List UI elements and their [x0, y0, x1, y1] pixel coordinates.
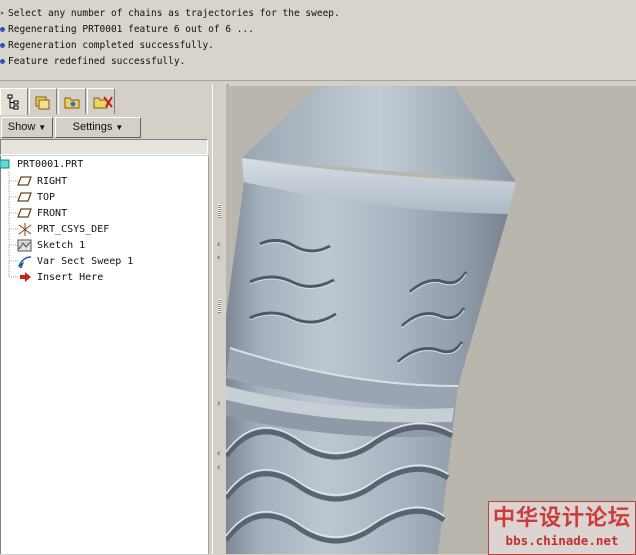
folder-icon: [64, 97, 80, 109]
show-label: Show: [7, 121, 36, 133]
navigator-tabs: [0, 88, 212, 115]
show-dropdown[interactable]: Show ▼: [1, 117, 53, 138]
message-area: ➤ Select any number of chains as trajecto…: [0, 0, 636, 81]
graphics-viewport[interactable]: [226, 86, 636, 554]
message-text: Regeneration completed successfully.: [8, 40, 214, 51]
splitter-grip[interactable]: [218, 299, 221, 313]
watermark-chinese-text: 中华设计论坛: [493, 505, 632, 531]
tree-item-insert-here[interactable]: Insert Here: [17, 270, 197, 285]
message-line: Regenerating PRT0001 feature 6 out of 6 …: [0, 22, 254, 38]
tree-item-label: Sketch 1: [37, 240, 86, 251]
sketch-icon: [17, 239, 32, 252]
tree-item-label: RIGHT: [37, 176, 68, 187]
collapse-left-icon[interactable]: ‹: [216, 450, 221, 459]
message-line: ➤ Select any number of chains as trajecto…: [0, 6, 340, 22]
collapse-left-icon[interactable]: ‹: [216, 254, 221, 263]
chevron-down-icon: ▼: [38, 123, 47, 132]
tree-item-label: Var Sect Sweep 1: [37, 256, 134, 267]
watermark-url: bbs.chinade.net: [505, 533, 619, 548]
info-bullet-icon: [0, 58, 5, 64]
settings-label: Settings: [72, 121, 113, 133]
tab-layers[interactable]: [29, 88, 57, 114]
message-line: Feature redefined successfully.: [0, 54, 185, 70]
favorites-icon: [93, 96, 113, 109]
tree-item-label: FRONT: [37, 208, 68, 219]
message-line: Regeneration completed successfully.: [0, 38, 214, 54]
message-text: Select any number of chains as trajector…: [8, 8, 340, 19]
layers-icon: [35, 96, 50, 110]
tree-root-label: PRT0001.PRT: [17, 159, 84, 170]
tab-favorites[interactable]: [87, 88, 115, 114]
model-tree: PRT0001.PRT RIGHT TOP FRONT PRT_CSYS_DEF…: [0, 156, 209, 554]
model-tree-icon: [7, 94, 19, 110]
message-text: Regenerating PRT0001 feature 6 out of 6 …: [8, 24, 254, 35]
coordinate-system-icon: [18, 223, 32, 236]
tree-item-top[interactable]: TOP: [17, 190, 197, 205]
tree-item-csys[interactable]: PRT_CSYS_DEF: [17, 222, 197, 237]
tree-column-header: [0, 139, 208, 155]
insert-arrow-icon: [20, 272, 31, 282]
datum-plane-icon: [17, 176, 32, 186]
tree-item-sweep[interactable]: Var Sect Sweep 1: [17, 254, 197, 269]
message-text: Feature redefined successfully.: [8, 56, 186, 67]
prompt-arrow-icon: ➤: [0, 9, 5, 18]
3d-model-render[interactable]: [226, 86, 636, 554]
tab-folder-browser[interactable]: [58, 88, 86, 114]
info-bullet-icon: [0, 26, 5, 32]
tree-item-label: PRT_CSYS_DEF: [37, 224, 110, 235]
collapse-left-icon[interactable]: ‹: [216, 464, 221, 473]
tree-item-front[interactable]: FRONT: [17, 206, 197, 221]
chevron-down-icon: ▼: [115, 123, 124, 132]
splitter-grip[interactable]: [218, 204, 221, 218]
tab-model-tree[interactable]: [0, 88, 28, 115]
collapse-left-icon[interactable]: ‹: [216, 241, 221, 250]
site-watermark: 中华设计论坛 bbs.chinade.net: [488, 501, 636, 555]
tree-controls: Show ▼ Settings ▼: [0, 116, 212, 138]
datum-plane-icon: [17, 208, 32, 218]
tree-item-sketch[interactable]: Sketch 1: [17, 238, 197, 253]
settings-dropdown[interactable]: Settings ▼: [55, 117, 141, 138]
datum-plane-icon: [17, 192, 32, 202]
tree-root[interactable]: PRT0001.PRT: [0, 157, 201, 172]
part-icon: [0, 159, 10, 169]
tree-item-label: TOP: [37, 192, 56, 203]
sweep-icon: [18, 256, 32, 268]
info-bullet-icon: [0, 42, 5, 48]
collapse-right-icon[interactable]: ›: [216, 400, 221, 409]
tree-item-right[interactable]: RIGHT: [17, 174, 197, 189]
tree-item-label: Insert Here: [37, 272, 104, 283]
